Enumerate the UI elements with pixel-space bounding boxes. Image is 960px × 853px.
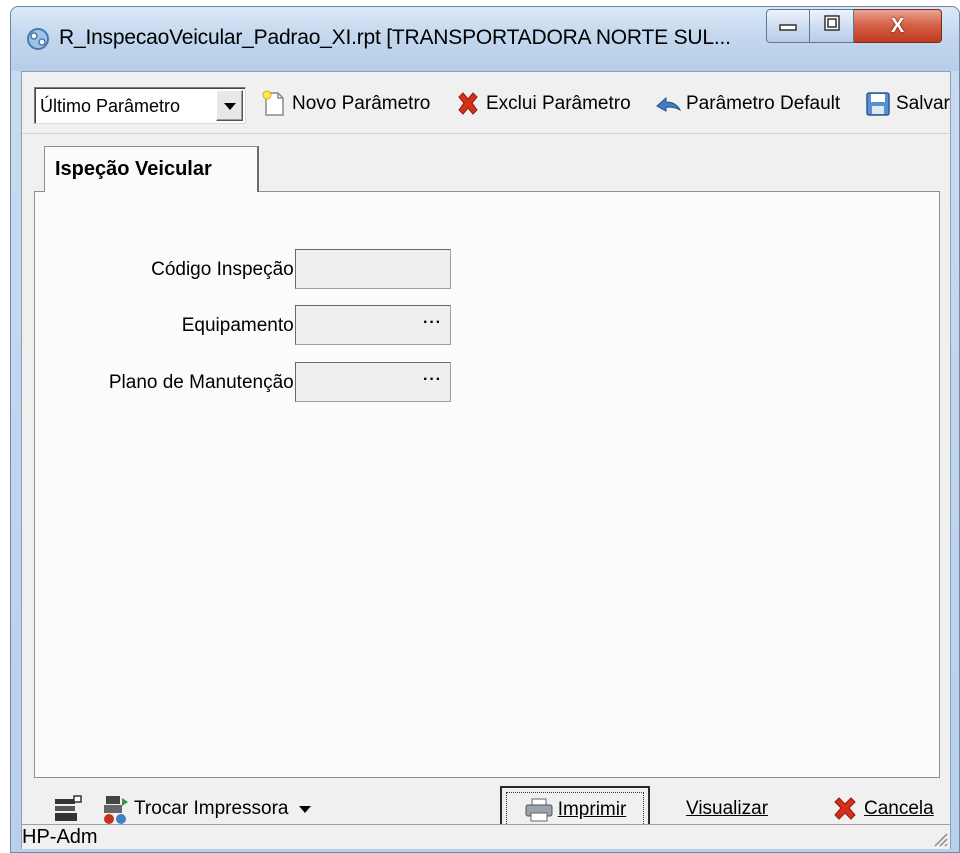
parameter-select-value: Último Parâmetro — [40, 96, 181, 116]
parameter-toolbar: Último Parâmetro Novo Parâmetro Exclui P… — [22, 72, 950, 134]
print-button-focus: Imprimir — [506, 792, 644, 828]
client-area: Último Parâmetro Novo Parâmetro Exclui P… — [21, 71, 951, 849]
equipamento-input[interactable]: ··· — [295, 305, 451, 345]
close-icon: X — [890, 14, 905, 37]
caption-buttons: X — [766, 9, 942, 45]
parameter-select[interactable]: Último Parâmetro — [34, 87, 246, 124]
title-bar[interactable]: R_InspecaoVeicular_Padrao_XI.rpt [TRANSP… — [11, 7, 959, 71]
plano-manutencao-input[interactable]: ··· — [295, 362, 451, 402]
printer-icon — [524, 797, 554, 823]
tab-panel: Código Inspeção: Equipamento: ··· Plano … — [34, 191, 940, 778]
print-label: Imprimir — [557, 799, 627, 820]
chevron-down-icon — [298, 805, 311, 813]
default-parameter-button[interactable]: Parâmetro Default — [654, 84, 840, 124]
swap-printer-icon — [100, 793, 130, 825]
maximize-button[interactable] — [810, 9, 854, 43]
window-title: R_InspecaoVeicular_Padrao_XI.rpt [TRANSP… — [59, 26, 731, 49]
plano-manutencao-label: Plano de Manutenção: — [108, 372, 299, 393]
new-document-icon — [260, 90, 288, 118]
tab-ispecao-veicular[interactable]: Ispeção Veicular — [44, 146, 259, 192]
new-parameter-label: Novo Parâmetro — [292, 93, 431, 114]
delete-parameter-label: Exclui Parâmetro — [486, 93, 631, 114]
codigo-inspecao-label: Código Inspeção: — [151, 259, 299, 280]
restore-icon — [823, 14, 841, 38]
report-icon — [25, 26, 51, 52]
floppy-disk-icon — [864, 90, 892, 118]
printer-status: HP-Adm — [22, 826, 98, 848]
codigo-inspecao-input[interactable] — [295, 249, 451, 289]
form-row-plano-manutencao: Plano de Manutenção: ··· — [35, 362, 455, 404]
preview-label: Visualizar — [686, 798, 769, 819]
new-parameter-button[interactable]: Novo Parâmetro — [260, 84, 430, 124]
form-row-codigo-inspecao: Código Inspeção: — [35, 249, 455, 291]
equipamento-lookup-button[interactable]: ··· — [423, 314, 442, 332]
save-button[interactable]: Salvar — [864, 84, 950, 124]
chevron-down-icon — [224, 103, 236, 110]
printer-settings-icon — [52, 793, 84, 825]
resize-grip-icon[interactable] — [930, 829, 948, 847]
undo-arrow-icon — [654, 90, 682, 118]
default-parameter-label: Parâmetro Default — [686, 93, 841, 114]
red-x-icon — [830, 794, 860, 824]
tab-label: Ispeção Veicular — [55, 158, 212, 180]
minimize-button[interactable] — [766, 9, 810, 43]
minimize-icon — [779, 15, 797, 38]
form-row-equipamento: Equipamento: ··· — [35, 305, 455, 347]
dropdown-button[interactable] — [216, 90, 243, 121]
status-bar: HP-Adm — [22, 824, 950, 849]
save-label: Salvar — [896, 93, 950, 114]
tab-control: Ispeção Veicular Código Inspeção: Equipa… — [34, 146, 940, 778]
delete-parameter-button[interactable]: Exclui Parâmetro — [454, 84, 631, 124]
cancel-label: Cancela — [864, 798, 934, 819]
equipamento-label: Equipamento: — [181, 315, 299, 336]
report-window: R_InspecaoVeicular_Padrao_XI.rpt [TRANSP… — [10, 6, 960, 853]
close-button[interactable]: X — [854, 9, 942, 43]
change-printer-label: Trocar Impressora — [134, 798, 289, 819]
plano-manutencao-lookup-button[interactable]: ··· — [423, 371, 442, 389]
red-x-icon — [454, 90, 482, 118]
